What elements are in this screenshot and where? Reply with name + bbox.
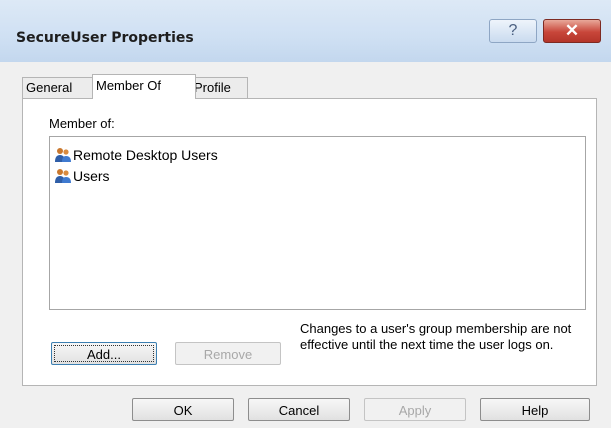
properties-dialog: SecureUser Properties ? ✕ General Member… (0, 0, 611, 428)
group-icon (54, 147, 72, 163)
group-name: Users (73, 168, 110, 184)
ok-button[interactable]: OK (132, 398, 234, 421)
window-title: SecureUser Properties (16, 30, 194, 46)
close-button[interactable]: ✕ (543, 19, 601, 43)
close-icon[interactable]: ✕ (565, 21, 579, 40)
help-button[interactable]: Help (480, 398, 590, 421)
apply-button[interactable]: Apply (364, 398, 466, 421)
title-bar: SecureUser Properties ? ✕ (0, 0, 611, 62)
cancel-button[interactable]: Cancel (248, 398, 350, 421)
membership-note: Changes to a user's group membership are… (300, 321, 572, 352)
add-button[interactable]: Add... (51, 342, 157, 365)
group-name: Remote Desktop Users (73, 147, 218, 163)
remove-button[interactable]: Remove (175, 342, 281, 365)
tab-general[interactable]: General (22, 77, 98, 98)
tab-member-of[interactable]: Member Of (92, 74, 196, 99)
tab-profile[interactable]: Profile (190, 77, 248, 98)
member-of-list[interactable]: Remote Desktop Users Users (49, 136, 586, 310)
group-icon (54, 168, 72, 184)
member-of-panel: Member of: Remote Desktop Users Users Ad… (22, 98, 597, 386)
member-of-label: Member of: (49, 116, 115, 131)
help-title-button[interactable]: ? (489, 19, 537, 43)
